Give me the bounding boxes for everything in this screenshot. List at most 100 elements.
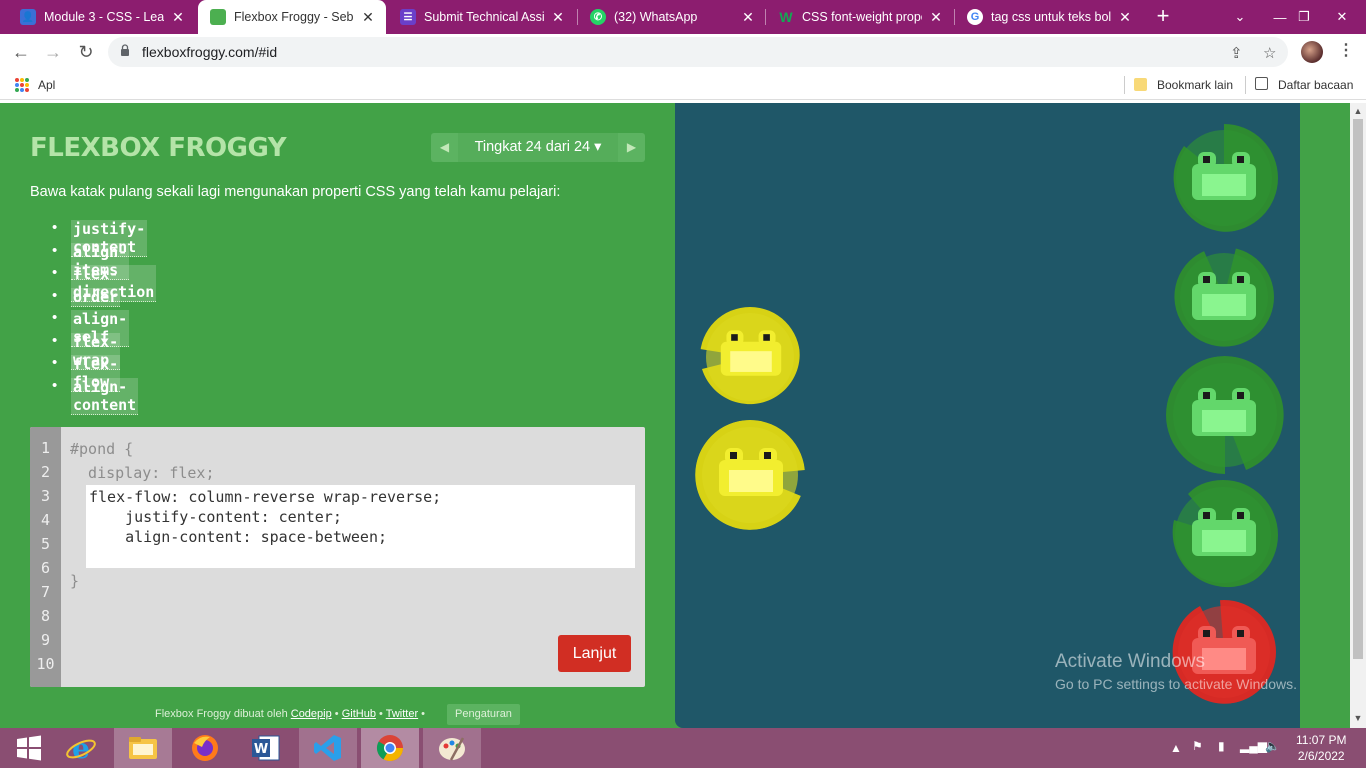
whatsapp-icon: ✆ — [590, 9, 606, 25]
scroll-down-arrow-icon[interactable]: ▼ — [1353, 713, 1363, 723]
url-text: flexboxfroggy.com/#id — [142, 44, 278, 60]
footer-credits: Flexbox Froggy dibuat oleh Codepip • Git… — [155, 708, 426, 720]
codepip-link[interactable]: Codepip — [291, 708, 332, 720]
chevron-down-icon[interactable]: ⌄ — [1220, 0, 1260, 34]
line-number: 4 — [40, 511, 51, 529]
reload-icon[interactable]: ↻ — [73, 39, 99, 65]
apps-label[interactable]: Apl — [38, 78, 55, 92]
input-line: justify-content: center; — [89, 508, 342, 526]
chevron-up-icon[interactable]: ▲ — [1170, 741, 1182, 755]
menu-icon[interactable]: ⋮ — [1338, 40, 1354, 60]
input-line: align-content: space-between; — [89, 528, 388, 546]
firefox-icon[interactable] — [176, 728, 234, 768]
line-numbers: 1 2 3 4 5 6 7 8 9 10 — [30, 427, 61, 687]
reading-list[interactable]: Daftar bacaan — [1278, 78, 1353, 92]
restore-button[interactable]: ❐ — [1284, 0, 1324, 34]
property-align-content[interactable]: align-content — [71, 377, 139, 415]
activate-windows-watermark: Activate Windows Go to PC settings to ac… — [1055, 651, 1297, 692]
next-level-arrow-icon[interactable]: ▶ — [618, 133, 645, 162]
twitter-link[interactable]: Twitter — [386, 708, 418, 720]
close-window-button[interactable]: ✕ — [1322, 0, 1362, 34]
css-editor: 1 2 3 4 5 6 7 8 9 10 #pond { display: fl… — [30, 427, 645, 687]
other-bookmarks[interactable]: Bookmark lain — [1157, 78, 1233, 92]
code-line: display: flex; — [70, 464, 215, 482]
file-explorer-icon[interactable] — [114, 728, 172, 768]
system-clock[interactable]: 11:07 PM 2/6/2022 — [1296, 732, 1346, 764]
paint-icon[interactable] — [423, 728, 481, 768]
instructions-text: Bawa katak pulang sekali lagi mengunakan… — [30, 184, 561, 200]
line-number: 7 — [40, 583, 51, 601]
scrollbar-thumb[interactable] — [1353, 119, 1363, 659]
taskbar: e W — [0, 728, 1366, 768]
tab-title: CSS font-weight proper — [802, 10, 922, 24]
divider — [1245, 76, 1246, 94]
browser-toolbar: ← → ↻ flexboxfroggy.com/#id ⇪ ☆ — [0, 34, 1366, 70]
clock-time: 11:07 PM — [1296, 733, 1347, 747]
page-scrollbar[interactable]: ▲ ▼ — [1350, 103, 1366, 728]
avatar[interactable] — [1301, 41, 1323, 63]
volume-icon[interactable]: 🔈 — [1265, 739, 1280, 753]
tab-font-weight[interactable]: W CSS font-weight proper ✕ — [766, 0, 954, 34]
previous-level-arrow-icon[interactable]: ◀ — [431, 133, 458, 162]
form-icon: ☰ — [400, 9, 416, 25]
tab-title: Flexbox Froggy - Sebua — [234, 10, 354, 24]
css-input-textarea[interactable]: flex-flow: column-reverse wrap-reverse; … — [86, 485, 635, 568]
green-frog — [1192, 388, 1256, 436]
close-icon[interactable]: ✕ — [740, 9, 756, 26]
signal-icon[interactable]: ▂▄▆ — [1240, 739, 1267, 753]
internet-explorer-icon[interactable]: e — [52, 728, 110, 768]
tab-title: tag css untuk teks bold — [991, 10, 1111, 24]
footer-prefix: Flexbox Froggy dibuat oleh — [155, 708, 288, 720]
forward-arrow-icon[interactable]: → — [40, 39, 66, 65]
tab-submit-assignment[interactable]: ☰ Submit Technical Assigr ✕ — [388, 0, 576, 34]
line-number: 3 — [40, 487, 51, 505]
level-navigator: ◀ Tingkat 24 dari 24 ▾ ▶ — [431, 133, 645, 162]
word-icon[interactable]: W — [237, 728, 295, 768]
next-button[interactable]: Lanjut — [558, 635, 631, 672]
star-icon[interactable]: ☆ — [1263, 44, 1276, 62]
folder-icon — [1134, 78, 1147, 91]
github-link[interactable]: GitHub — [342, 708, 376, 720]
svg-text:e: e — [72, 732, 90, 764]
yellow-frog — [720, 330, 782, 376]
watermark-title: Activate Windows — [1055, 651, 1205, 672]
vscode-icon[interactable] — [299, 728, 357, 768]
back-arrow-icon[interactable]: ← — [8, 39, 34, 65]
flag-icon[interactable]: ⚑ — [1192, 739, 1203, 753]
google-icon: G — [967, 9, 983, 25]
tab-title: Module 3 - CSS - Learni — [44, 10, 164, 24]
yellow-frog — [719, 448, 783, 496]
close-icon[interactable]: ✕ — [928, 9, 944, 26]
clock-date: 2/6/2022 — [1297, 749, 1345, 763]
apps-icon[interactable] — [15, 78, 29, 92]
tab-title: (32) WhatsApp — [614, 10, 698, 24]
code-line: #pond { — [70, 440, 134, 458]
close-icon[interactable]: ✕ — [170, 9, 186, 26]
close-icon[interactable]: ✕ — [360, 9, 376, 26]
battery-icon[interactable]: ▮ — [1218, 739, 1225, 753]
close-icon[interactable]: ✕ — [550, 9, 566, 26]
windows-start-icon[interactable] — [0, 728, 58, 768]
tab-title: Submit Technical Assigr — [424, 10, 544, 24]
address-bar[interactable]: flexboxfroggy.com/#id ⇪ ☆ — [108, 37, 1288, 67]
property-order[interactable]: order — [71, 287, 121, 307]
line-number: 2 — [40, 463, 51, 481]
tab-module3[interactable]: 👤 Module 3 - CSS - Learni ✕ — [8, 0, 196, 34]
scroll-up-arrow-icon[interactable]: ▲ — [1353, 106, 1363, 116]
tab-google-search[interactable]: G tag css untuk teks bold ✕ — [955, 0, 1143, 34]
tab-flexbox-froggy[interactable]: Flexbox Froggy - Sebua ✕ — [198, 0, 386, 34]
line-number: 10 — [36, 655, 55, 673]
close-icon[interactable]: ✕ — [1117, 9, 1133, 26]
line-number: 5 — [40, 535, 51, 553]
new-tab-button[interactable]: + — [1150, 4, 1176, 30]
svg-text:W: W — [254, 742, 268, 757]
level-dropdown[interactable]: Tingkat 24 dari 24 ▾ — [458, 133, 618, 162]
code-line: } — [70, 572, 80, 590]
tab-whatsapp[interactable]: ✆ (32) WhatsApp ✕ — [578, 0, 766, 34]
chrome-icon[interactable] — [361, 728, 419, 768]
frog-icon — [210, 9, 226, 25]
line-number: 8 — [40, 607, 51, 625]
line-number: 1 — [40, 439, 51, 457]
settings-button[interactable]: Pengaturan — [447, 704, 520, 725]
share-icon[interactable]: ⇪ — [1230, 44, 1243, 62]
